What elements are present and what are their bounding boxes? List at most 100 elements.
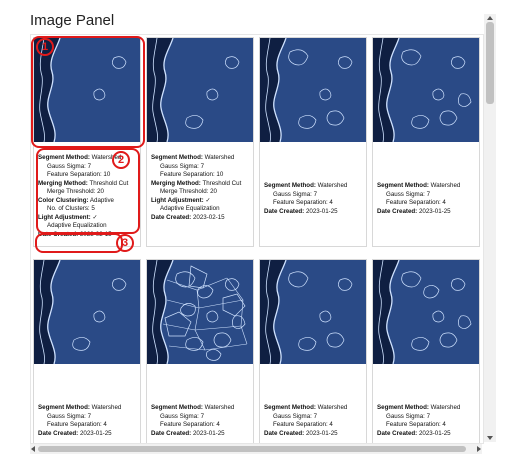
segmented-image-thumbnail[interactable] xyxy=(34,260,140,364)
metadata-label: Segment Method: xyxy=(377,404,429,411)
metadata-line: Feature Separation: 4 xyxy=(377,199,477,208)
image-card[interactable]: Segment Method: Watershed Gauss Sigma: 7F… xyxy=(259,37,367,247)
metadata-line: Merge Threshold: 20 xyxy=(151,188,251,197)
metadata-line: Feature Separation: 10 xyxy=(151,171,251,180)
metadata-value: Watershed xyxy=(204,404,235,411)
metadata-line: Gauss Sigma: 7 xyxy=(264,191,364,200)
metadata-value: 2023-01-25 xyxy=(305,207,338,215)
metadata-line: Gauss Sigma: 7 xyxy=(151,413,251,422)
metadata-line: Segment Method: Watershed xyxy=(38,404,138,413)
metadata-line: Date Created: 2023-02-15 xyxy=(151,214,251,223)
image-card[interactable]: Segment Method: Watershed Gauss Sigma: 7F… xyxy=(259,259,367,443)
scroll-left-arrow-icon[interactable] xyxy=(31,446,35,452)
metadata-line: Segment Method: Watershed xyxy=(151,404,251,413)
metadata-value: Watershed xyxy=(317,182,348,189)
image-metadata: Segment Method: Watershed Gauss Sigma: 7F… xyxy=(151,154,251,222)
segmented-image-thumbnail[interactable] xyxy=(260,260,366,364)
metadata-value: Threshold Cut xyxy=(202,179,242,187)
image-metadata: Segment Method: Watershed Gauss Sigma: 7F… xyxy=(38,404,138,438)
metadata-line: Gauss Sigma: 7 xyxy=(264,413,364,422)
metadata-line: Date Created: 2023-01-25 xyxy=(264,208,364,217)
metadata-value: 2023-01-25 xyxy=(79,429,112,437)
metadata-line: Feature Separation: 4 xyxy=(377,421,477,430)
metadata-value: Gauss Sigma: 7 xyxy=(47,412,92,420)
metadata-line: Date Created: 2023-01-25 xyxy=(377,430,477,439)
metadata-value: Feature Separation: 4 xyxy=(273,199,333,206)
image-metadata: Segment Method: Watershed Gauss Sigma: 7F… xyxy=(151,404,251,438)
metadata-value: 2023-01-25 xyxy=(418,429,451,437)
metadata-line: Feature Separation: 4 xyxy=(151,421,251,430)
segmented-image-thumbnail[interactable] xyxy=(260,38,366,142)
metadata-value: Watershed xyxy=(204,154,235,161)
metadata-label: Date Created: xyxy=(377,429,418,437)
metadata-label: Date Created: xyxy=(151,429,192,437)
metadata-line: Segment Method: Watershed xyxy=(264,182,364,191)
metadata-line: Date Created: 2023-01-25 xyxy=(377,208,477,217)
metadata-label: Segment Method: xyxy=(38,404,90,411)
metadata-line: Gauss Sigma: 7 xyxy=(38,413,138,422)
metadata-line: Gauss Sigma: 7 xyxy=(151,163,251,172)
metadata-value: Adaptive Equalization xyxy=(160,205,220,212)
metadata-line: Adaptive Equalization xyxy=(151,205,251,214)
metadata-line: Gauss Sigma: 7 xyxy=(377,413,477,422)
image-metadata: Segment Method: Watershed Gauss Sigma: 7F… xyxy=(264,404,364,438)
panel-title: Image Panel xyxy=(30,12,115,29)
image-card[interactable]: Segment Method: Watershed Gauss Sigma: 7F… xyxy=(33,259,141,443)
metadata-line: Segment Method: Watershed xyxy=(264,404,364,413)
metadata-line: Light Adjustment: ✓ xyxy=(151,197,251,206)
metadata-value: Watershed xyxy=(430,182,461,189)
metadata-line: Merging Method: Threshold Cut xyxy=(151,180,251,189)
metadata-line: Date Created: 2023-01-25 xyxy=(264,430,364,439)
metadata-value: Gauss Sigma: 7 xyxy=(273,190,318,198)
scroll-right-arrow-icon[interactable] xyxy=(477,446,481,452)
scroll-down-arrow-icon[interactable] xyxy=(487,436,493,440)
metadata-line: Gauss Sigma: 7 xyxy=(377,191,477,200)
annotation-box-date xyxy=(35,233,123,253)
segmented-image-thumbnail[interactable] xyxy=(373,260,479,364)
metadata-value: Feature Separation: 4 xyxy=(386,199,446,206)
metadata-value: Feature Separation: 4 xyxy=(386,421,446,428)
image-card[interactable]: Segment Method: Watershed Gauss Sigma: 7F… xyxy=(146,37,254,247)
metadata-line: Date Created: 2023-01-25 xyxy=(38,430,138,439)
annotation-marker-1: 1 xyxy=(36,38,54,56)
metadata-label: Date Created: xyxy=(377,207,418,215)
horizontal-scrollbar[interactable] xyxy=(30,444,482,454)
metadata-line: Segment Method: Watershed xyxy=(377,182,477,191)
image-metadata: Segment Method: Watershed Gauss Sigma: 7F… xyxy=(377,404,477,438)
horizontal-scroll-thumb[interactable] xyxy=(38,446,466,452)
metadata-value: 2023-02-15 xyxy=(192,213,225,221)
metadata-label: Light Adjustment: xyxy=(151,196,204,204)
metadata-value: Watershed xyxy=(91,404,122,411)
metadata-value: Merge Threshold: 20 xyxy=(160,188,217,195)
vertical-scrollbar[interactable] xyxy=(484,14,496,442)
metadata-value: 2023-01-25 xyxy=(418,207,451,215)
metadata-label: Date Created: xyxy=(151,213,192,221)
metadata-value: Gauss Sigma: 7 xyxy=(160,412,205,420)
metadata-label: Segment Method: xyxy=(264,404,316,411)
metadata-value: Watershed xyxy=(430,404,461,411)
vertical-scroll-thumb[interactable] xyxy=(486,22,494,104)
metadata-line: Date Created: 2023-01-25 xyxy=(151,430,251,439)
metadata-label: Segment Method: xyxy=(377,182,429,189)
metadata-value: Feature Separation: 4 xyxy=(160,421,220,428)
image-card[interactable]: Segment Method: Watershed Gauss Sigma: 7F… xyxy=(372,37,480,247)
metadata-line: Feature Separation: 4 xyxy=(38,421,138,430)
metadata-value: Feature Separation: 4 xyxy=(273,421,333,428)
annotation-marker-2: 2 xyxy=(112,151,130,169)
image-card[interactable]: Segment Method: Watershed Gauss Sigma: 7F… xyxy=(146,259,254,443)
metadata-label: Date Created: xyxy=(264,429,305,437)
metadata-value: ✓ xyxy=(205,196,211,204)
metadata-line: Feature Separation: 4 xyxy=(264,199,364,208)
metadata-value: Feature Separation: 4 xyxy=(47,421,107,428)
image-card[interactable]: Segment Method: Watershed Gauss Sigma: 7F… xyxy=(372,259,480,443)
metadata-label: Segment Method: xyxy=(151,154,203,161)
metadata-line: Feature Separation: 4 xyxy=(264,421,364,430)
metadata-value: 2023-01-25 xyxy=(305,429,338,437)
metadata-line: Segment Method: Watershed xyxy=(151,154,251,163)
segmented-image-thumbnail[interactable] xyxy=(373,38,479,142)
segmented-image-thumbnail[interactable] xyxy=(147,260,253,364)
metadata-label: Segment Method: xyxy=(264,182,316,189)
scroll-up-arrow-icon[interactable] xyxy=(487,16,493,20)
metadata-value: Gauss Sigma: 7 xyxy=(386,190,431,198)
segmented-image-thumbnail[interactable] xyxy=(147,38,253,142)
